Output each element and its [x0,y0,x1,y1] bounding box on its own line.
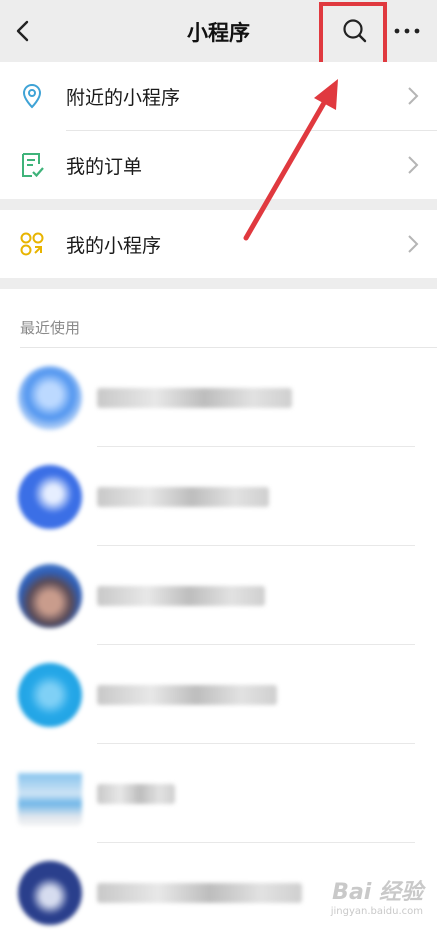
recent-section-header: 最近使用 [20,319,81,337]
blurred-name [97,784,175,804]
menu-item-label: 我的订单 [66,156,143,178]
menu-item-nearby-mini-programs[interactable]: 附近的小程序 [0,62,437,130]
watermark-url: jingyan.baidu.com [330,906,423,917]
watermark-logo: Bai 经验 jingyan.baidu.com [331,874,423,917]
chevron-right-icon [408,156,419,174]
highlight-box [319,2,387,68]
more-dots-icon [394,28,420,34]
menu-item-my-orders[interactable]: 我的订单 [0,131,437,199]
section-gap [0,278,437,289]
menu-item-my-mini-programs[interactable]: 我的小程序 [0,210,437,278]
more-button[interactable] [390,15,426,47]
watermark-text: Bai 经验 [332,880,423,905]
recent-mini-program-item[interactable] [0,645,437,744]
blurred-name [97,883,302,903]
blurred-name [97,388,292,408]
menu-item-label: 附近的小程序 [66,87,181,109]
blurred-name [97,685,277,705]
recent-mini-program-item[interactable] [0,744,437,843]
menu-item-label: 我的小程序 [66,235,162,257]
chevron-right-icon [408,235,419,253]
recent-mini-program-item[interactable] [0,546,437,645]
avatar [18,663,82,727]
mini-program-grid-icon [20,232,44,256]
location-pin-icon [22,83,42,109]
avatar [18,861,82,925]
avatar [18,366,82,430]
order-checklist-icon [22,153,44,178]
chevron-right-icon [408,87,419,105]
avatar [18,465,82,529]
recent-mini-program-item[interactable] [0,348,437,447]
blurred-name [97,586,265,606]
blurred-name [97,487,269,507]
recent-mini-program-item[interactable] [0,447,437,546]
section-gap [0,199,437,210]
avatar [18,564,82,628]
recent-list [0,348,437,942]
avatar [18,762,82,826]
